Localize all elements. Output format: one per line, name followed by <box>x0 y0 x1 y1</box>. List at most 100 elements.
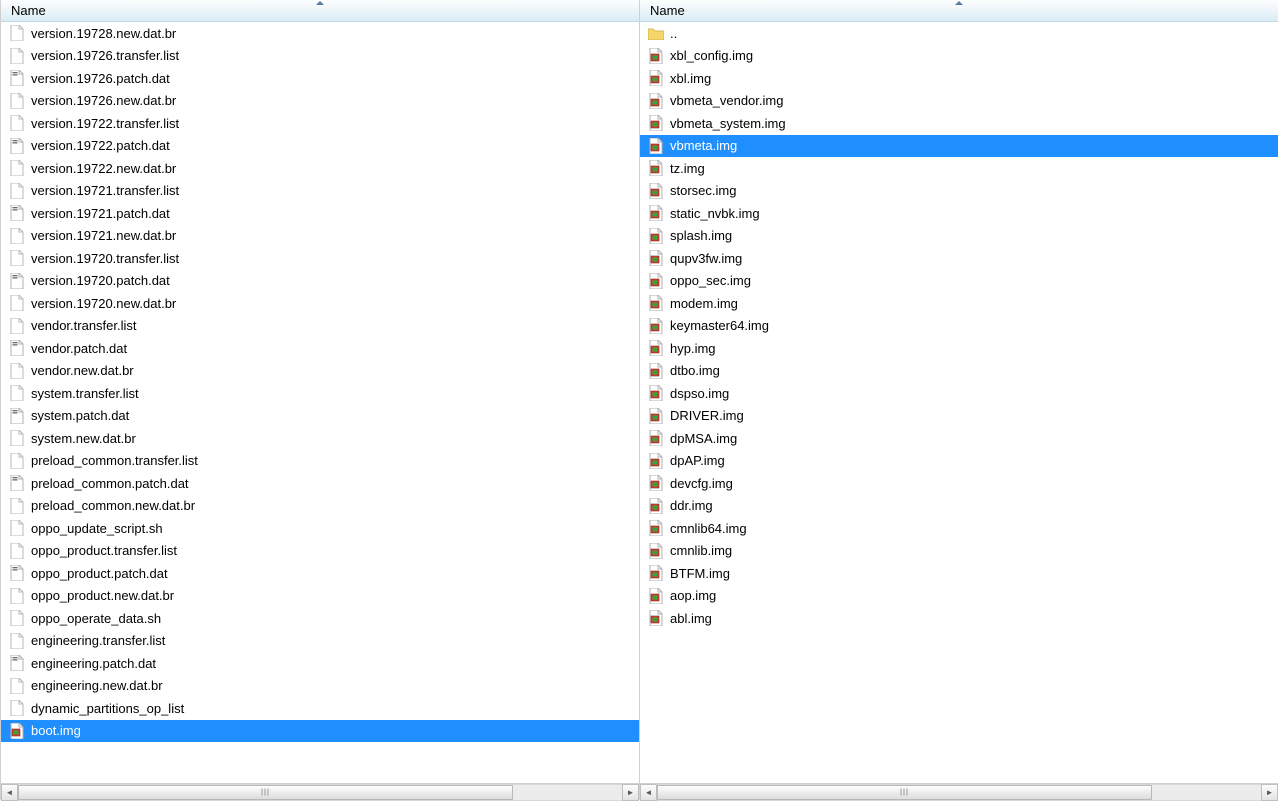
list-item[interactable]: system.patch.dat <box>1 405 639 428</box>
list-item[interactable]: system.new.dat.br <box>1 427 639 450</box>
file-name-label: dtbo.img <box>670 363 720 378</box>
list-item[interactable]: version.19721.new.dat.br <box>1 225 639 248</box>
list-item[interactable]: version.19726.transfer.list <box>1 45 639 68</box>
scroll-thumb[interactable] <box>18 785 513 800</box>
file-name-label: version.19722.transfer.list <box>31 116 179 131</box>
list-item[interactable]: dynamic_partitions_op_list <box>1 697 639 720</box>
patch-file-icon <box>9 138 25 154</box>
list-item[interactable]: version.19722.patch.dat <box>1 135 639 158</box>
list-item[interactable]: dpMSA.img <box>640 427 1278 450</box>
file-name-label: vendor.transfer.list <box>31 318 137 333</box>
list-item[interactable]: version.19726.patch.dat <box>1 67 639 90</box>
list-item[interactable]: version.19728.new.dat.br <box>1 22 639 45</box>
list-item[interactable]: cmnlib64.img <box>640 517 1278 540</box>
list-item[interactable]: qupv3fw.img <box>640 247 1278 270</box>
list-item[interactable]: version.19722.transfer.list <box>1 112 639 135</box>
file-name-label: abl.img <box>670 611 712 626</box>
file-name-label: version.19722.new.dat.br <box>31 161 176 176</box>
right-column-header-label: Name <box>650 3 1270 18</box>
patch-file-icon <box>9 205 25 221</box>
list-item[interactable]: vbmeta_vendor.img <box>640 90 1278 113</box>
scroll-left-button[interactable]: ◄ <box>1 784 18 801</box>
list-item[interactable]: oppo_operate_data.sh <box>1 607 639 630</box>
right-horizontal-scrollbar[interactable]: ◄ ► <box>640 783 1278 800</box>
right-column-header[interactable]: Name <box>640 0 1278 22</box>
list-item[interactable]: version.19720.new.dat.br <box>1 292 639 315</box>
file-name-label: oppo_operate_data.sh <box>31 611 161 626</box>
list-item[interactable]: vbmeta_system.img <box>640 112 1278 135</box>
list-item[interactable]: BTFM.img <box>640 562 1278 585</box>
list-item[interactable]: oppo_update_script.sh <box>1 517 639 540</box>
list-item[interactable]: oppo_product.transfer.list <box>1 540 639 563</box>
folder-up-icon <box>648 25 664 41</box>
list-item[interactable]: vendor.patch.dat <box>1 337 639 360</box>
list-item[interactable]: DRIVER.img <box>640 405 1278 428</box>
list-item[interactable]: version.19722.new.dat.br <box>1 157 639 180</box>
list-item[interactable]: cmnlib.img <box>640 540 1278 563</box>
list-item[interactable]: dspso.img <box>640 382 1278 405</box>
list-item[interactable]: version.19726.new.dat.br <box>1 90 639 113</box>
list-item[interactable]: hyp.img <box>640 337 1278 360</box>
list-item[interactable]: xbl.img <box>640 67 1278 90</box>
disk-image-icon <box>648 48 664 64</box>
list-item[interactable]: keymaster64.img <box>640 315 1278 338</box>
list-item[interactable]: vendor.transfer.list <box>1 315 639 338</box>
file-name-label: dpMSA.img <box>670 431 737 446</box>
list-item[interactable]: modem.img <box>640 292 1278 315</box>
file-icon <box>9 295 25 311</box>
list-item[interactable]: oppo_sec.img <box>640 270 1278 293</box>
list-item[interactable]: ddr.img <box>640 495 1278 518</box>
left-file-list[interactable]: version.19728.new.dat.br version.19726.tr… <box>1 22 639 783</box>
file-name-label: ddr.img <box>670 498 713 513</box>
list-item[interactable]: dtbo.img <box>640 360 1278 383</box>
list-item[interactable]: version.19721.patch.dat <box>1 202 639 225</box>
list-item[interactable]: oppo_product.new.dat.br <box>1 585 639 608</box>
list-item[interactable]: preload_common.patch.dat <box>1 472 639 495</box>
file-name-label: dynamic_partitions_op_list <box>31 701 184 716</box>
list-item[interactable]: system.transfer.list <box>1 382 639 405</box>
list-item[interactable]: storsec.img <box>640 180 1278 203</box>
list-item[interactable]: preload_common.new.dat.br <box>1 495 639 518</box>
scroll-right-button[interactable]: ► <box>622 784 639 801</box>
list-item[interactable]: aop.img <box>640 585 1278 608</box>
left-horizontal-scrollbar[interactable]: ◄ ► <box>1 783 639 800</box>
scroll-track[interactable] <box>657 784 1261 801</box>
file-name-label: vbmeta.img <box>670 138 737 153</box>
list-item[interactable]: splash.img <box>640 225 1278 248</box>
file-icon <box>9 588 25 604</box>
list-item[interactable]: version.19720.patch.dat <box>1 270 639 293</box>
list-item[interactable]: oppo_product.patch.dat <box>1 562 639 585</box>
scroll-right-button[interactable]: ► <box>1261 784 1278 801</box>
list-item[interactable]: version.19720.transfer.list <box>1 247 639 270</box>
list-item[interactable]: .. <box>640 22 1278 45</box>
list-item[interactable]: abl.img <box>640 607 1278 630</box>
list-item[interactable]: engineering.transfer.list <box>1 630 639 653</box>
list-item[interactable]: static_nvbk.img <box>640 202 1278 225</box>
list-item[interactable]: tz.img <box>640 157 1278 180</box>
list-item[interactable]: vbmeta.img <box>640 135 1278 158</box>
left-column-header[interactable]: Name <box>1 0 639 22</box>
list-item[interactable]: dpAP.img <box>640 450 1278 473</box>
right-file-list[interactable]: ..xbl_config.imgxbl.imgvbmeta_vendor.img… <box>640 22 1278 783</box>
file-icon <box>9 25 25 41</box>
list-item[interactable]: preload_common.transfer.list <box>1 450 639 473</box>
scroll-thumb[interactable] <box>657 785 1152 800</box>
file-name-label: vbmeta_system.img <box>670 116 786 131</box>
patch-file-icon <box>9 408 25 424</box>
scroll-track[interactable] <box>18 784 622 801</box>
scroll-left-button[interactable]: ◄ <box>640 784 657 801</box>
list-item[interactable]: xbl_config.img <box>640 45 1278 68</box>
file-name-label: version.19721.transfer.list <box>31 183 179 198</box>
list-item[interactable]: boot.img <box>1 720 639 743</box>
list-item[interactable]: version.19721.transfer.list <box>1 180 639 203</box>
list-item[interactable]: devcfg.img <box>640 472 1278 495</box>
patch-file-icon <box>9 655 25 671</box>
file-name-label: system.new.dat.br <box>31 431 136 446</box>
disk-image-icon <box>648 205 664 221</box>
list-item[interactable]: engineering.patch.dat <box>1 652 639 675</box>
list-item[interactable]: vendor.new.dat.br <box>1 360 639 383</box>
file-name-label: version.19728.new.dat.br <box>31 26 176 41</box>
disk-image-icon <box>648 363 664 379</box>
disk-image-icon <box>648 340 664 356</box>
list-item[interactable]: engineering.new.dat.br <box>1 675 639 698</box>
